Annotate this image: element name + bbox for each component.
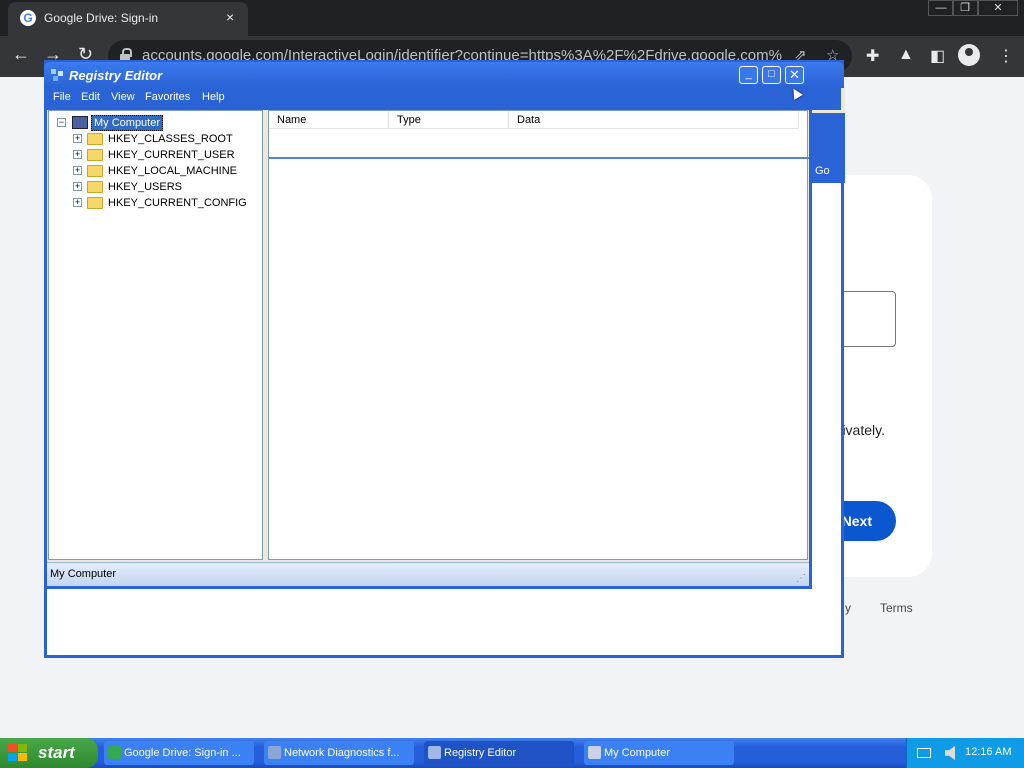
menu-edit[interactable]: Edit (81, 91, 100, 103)
taskbar-item-label: Google Drive: Sign-in ... (124, 747, 241, 759)
resize-grip-icon[interactable]: ⋰ (796, 573, 806, 584)
google-favicon-icon: G (20, 10, 36, 26)
list-header: Name Type Data (269, 111, 799, 129)
folder-icon (87, 165, 103, 177)
profile-avatar-icon[interactable] (958, 44, 980, 66)
status-bar: My Computer ⋰ (47, 562, 809, 586)
expand-icon[interactable]: + (73, 166, 82, 175)
volume-icon[interactable] (945, 746, 955, 760)
menu-file[interactable]: File (53, 91, 71, 103)
start-label: start (38, 743, 75, 762)
regedit-close-button[interactable]: ✕ (785, 66, 804, 84)
taskbar-item-label: Registry Editor (444, 747, 517, 759)
registry-editor-icon (428, 746, 441, 759)
privacy-link[interactable]: y (845, 601, 851, 615)
window-close-button[interactable]: ✕ (978, 0, 1018, 16)
key-tree-pane[interactable]: − My Computer + HKEY_CLASSES_ROOT + HKEY… (48, 110, 263, 560)
menu-favorites[interactable]: Favorites (145, 91, 190, 103)
taskbar-item-network-diagnostics[interactable]: Network Diagnostics f... (264, 741, 414, 765)
window-border (809, 88, 812, 588)
column-header-type[interactable]: Type (389, 111, 509, 129)
network-diagnostics-icon (268, 746, 281, 759)
tree-item-label[interactable]: HKEY_LOCAL_MACHINE (108, 164, 237, 178)
registry-editor-body: − My Computer + HKEY_CLASSES_ROOT + HKEY… (47, 110, 809, 562)
registry-editor-titlebar[interactable]: Registry Editor _ □ ✕ (44, 62, 844, 88)
registry-editor-icon (51, 69, 63, 81)
collapse-icon[interactable]: − (57, 118, 66, 127)
expand-icon[interactable]: + (73, 150, 82, 159)
taskbar-item-label: My Computer (604, 747, 671, 759)
taskbar-item-google-drive[interactable]: Google Drive: Sign-in ... (104, 741, 254, 765)
menu-view[interactable]: View (111, 91, 135, 103)
expand-icon[interactable]: + (73, 134, 82, 143)
window-minimize-button[interactable]: — (928, 0, 954, 16)
system-tray: 12:16 AM (906, 738, 1024, 768)
values-list-pane[interactable]: Name Type Data (268, 110, 809, 560)
menu-bar: File Edit View Favorites Help (47, 88, 841, 110)
taskbar-item-registry-editor[interactable]: Registry Editor (424, 741, 574, 765)
folder-icon (87, 197, 103, 209)
registry-editor-title: Registry Editor (69, 68, 163, 83)
regedit-maximize-button[interactable]: □ (762, 66, 781, 84)
column-header-name[interactable]: Name (269, 111, 389, 129)
folder-icon (87, 149, 103, 161)
tree-root-label[interactable]: My Computer (91, 115, 164, 131)
tree-item-label[interactable]: HKEY_USERS (108, 180, 182, 194)
expand-icon[interactable]: + (73, 182, 82, 191)
window-border (47, 586, 812, 589)
tree-item-label[interactable]: HKEY_CURRENT_CONFIG (108, 196, 247, 210)
expand-icon[interactable]: + (73, 198, 82, 207)
menu-help[interactable]: Help (202, 91, 225, 103)
back-icon[interactable]: ← (12, 44, 30, 65)
column-header-data[interactable]: Data (509, 111, 799, 129)
browser-tab[interactable]: G Google Drive: Sign-in × (8, 2, 248, 36)
regedit-minimize-button[interactable]: _ (739, 66, 758, 84)
status-text: My Computer (50, 568, 117, 580)
keyboard-icon[interactable] (917, 748, 931, 758)
tree-item-label[interactable]: HKEY_CURRENT_USER (108, 148, 235, 162)
windows-flag-icon (8, 744, 28, 762)
window-restore-button[interactable]: ❐ (952, 0, 978, 16)
folder-icon (87, 133, 103, 145)
list-divider (269, 157, 809, 159)
chrome-icon (108, 746, 121, 759)
tab-title: Google Drive: Sign-in (44, 11, 159, 25)
menu-kebab-icon[interactable]: ⋮ (998, 46, 1014, 66)
terms-link[interactable]: Terms (880, 601, 913, 615)
taskbar-item-my-computer[interactable]: My Computer (584, 741, 734, 765)
clock[interactable]: 12:16 AM (965, 746, 1011, 758)
labs-flask-icon[interactable]: ▲ (898, 46, 914, 64)
side-panel-icon[interactable]: ◧ (930, 46, 945, 66)
taskbar: start Google Drive: Sign-in ... Network … (0, 738, 1024, 768)
taskbar-item-label: Network Diagnostics f... (284, 747, 400, 759)
my-computer-icon (588, 746, 601, 759)
tab-close-icon[interactable]: × (226, 9, 234, 25)
extensions-icon[interactable]: ✚ (866, 46, 879, 66)
tree-item-label[interactable]: HKEY_CLASSES_ROOT (108, 132, 233, 146)
registry-editor-window: Registry Editor _ □ ✕ File Edit View Fav… (44, 62, 844, 590)
computer-icon (72, 116, 88, 129)
folder-icon (87, 181, 103, 193)
start-button[interactable]: start (0, 738, 98, 768)
